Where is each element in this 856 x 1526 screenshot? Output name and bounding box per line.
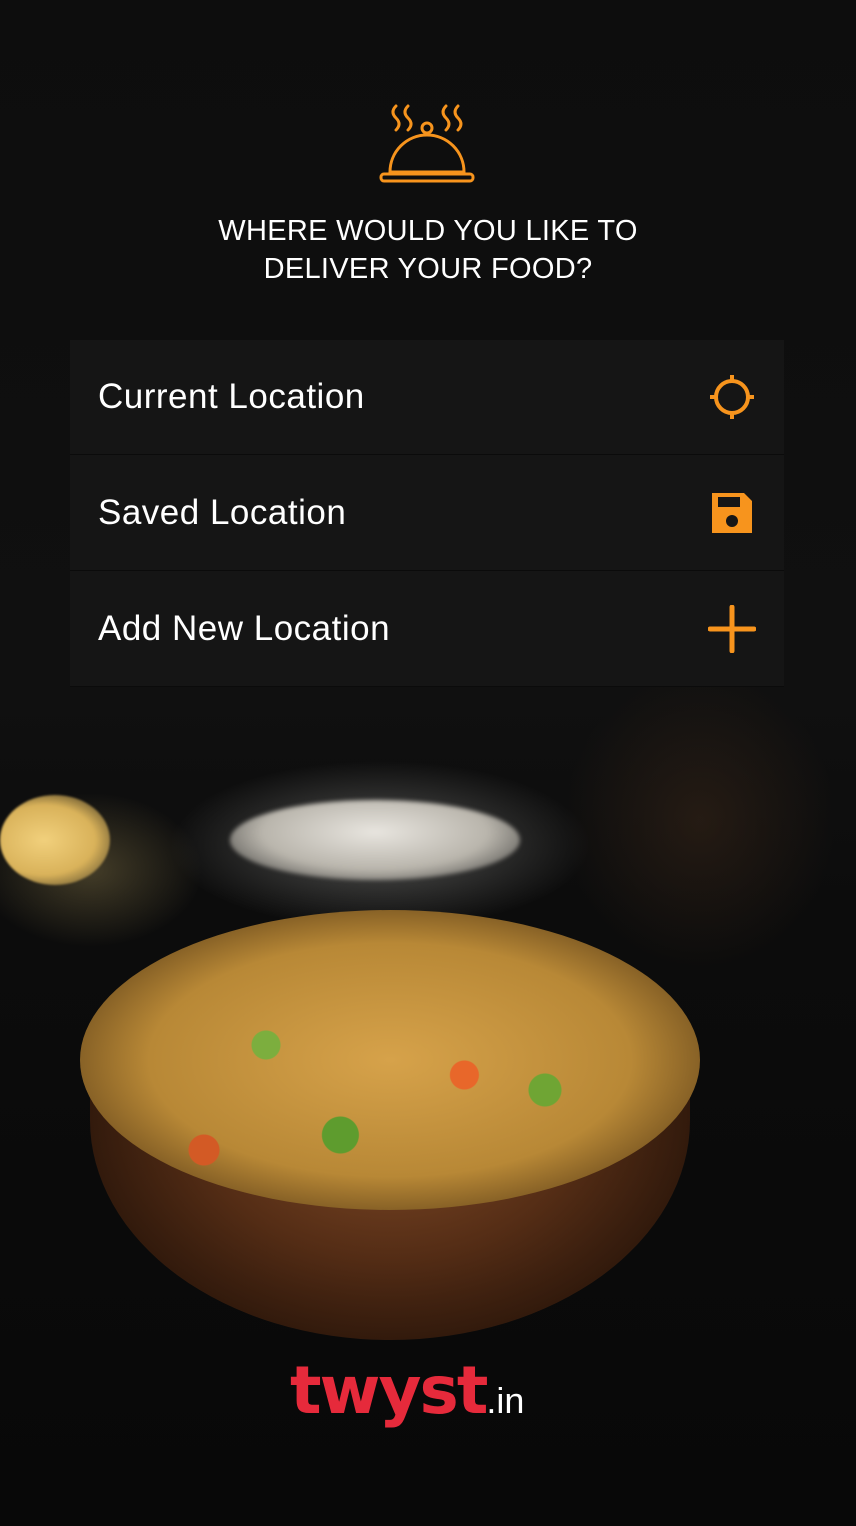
- saved-location-label: Saved Location: [98, 492, 347, 532]
- twyst-logo: twyst .in: [290, 1352, 570, 1442]
- add-new-location-label: Add New Location: [98, 608, 391, 648]
- saved-location-option[interactable]: Saved Location: [70, 455, 784, 571]
- current-location-label: Current Location: [98, 377, 365, 416]
- save-icon: [712, 492, 752, 533]
- raita-bowl: [230, 800, 520, 880]
- plus-icon: [708, 604, 756, 653]
- page-title-line-2: DELIVER YOUR FOOD?: [263, 253, 593, 285]
- page-title: WHERE WOULD YOU LIKE TO DELIVER YOUR FOO…: [0, 212, 856, 288]
- page-title-line-1: WHERE WOULD YOU LIKE TO: [218, 215, 638, 247]
- location-options: Current Location Saved Location Add New …: [70, 340, 784, 687]
- current-location-option[interactable]: Current Location: [70, 340, 784, 455]
- logo-domain: .in: [486, 1380, 525, 1421]
- biryani-rice: [80, 910, 700, 1210]
- food-cloche-icon: [379, 104, 475, 183]
- crosshair-icon: [710, 375, 754, 419]
- lemon-garnish: [0, 795, 110, 885]
- add-new-location-option[interactable]: Add New Location: [70, 571, 784, 687]
- logo-wordmark: twyst: [290, 1352, 488, 1429]
